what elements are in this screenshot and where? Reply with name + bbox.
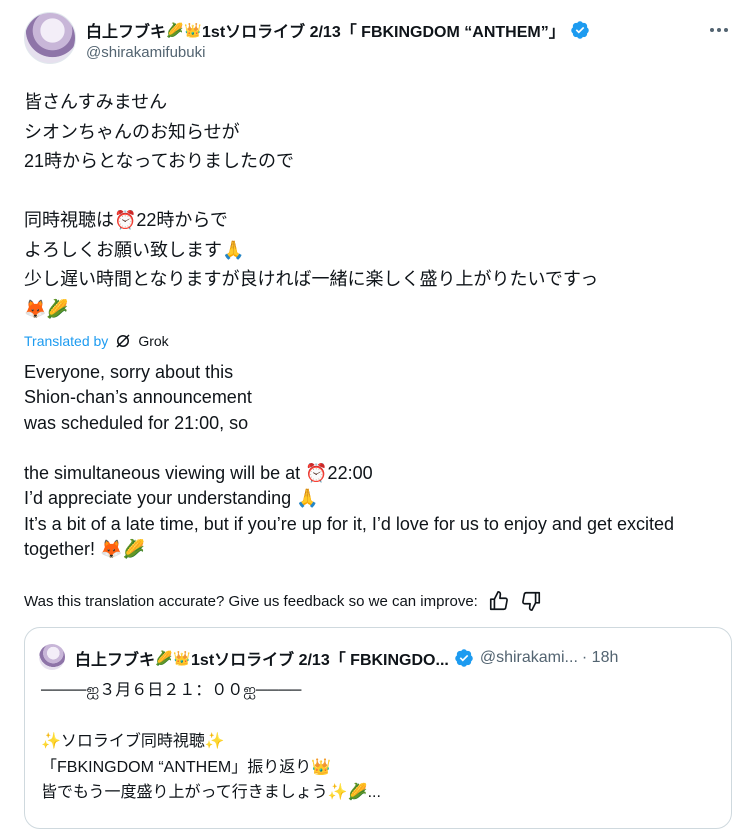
verified-badge-icon [455,649,473,667]
author-title[interactable]: 1stソロライブ 2/13「 FBKINGDOM “ANTHEM”」 [202,18,565,42]
translation-label: Translated by Grok [24,332,169,350]
quoted-author-name: 白上フブキ [75,652,156,669]
grok-icon [116,334,130,348]
translated-by-link[interactable]: Translated by [24,333,108,349]
crown-icon: 👑 [173,650,191,666]
verified-badge-icon [570,21,589,39]
quoted-author-title: 1stソロライブ 2/13「 FBKINGDO... [191,652,449,669]
thumbs-down-icon[interactable] [520,590,542,612]
quoted-header: 白上フブキ 🌽 👑 1stソロライブ 2/13「 FBKINGDO... @sh… [75,646,725,670]
quoted-handle: @shirakami... [479,649,578,666]
tweet-text: 皆さんすみません シオンちゃんのお知らせが 21時からとなっておりましたので 同… [24,92,599,319]
translated-text: Everyone, sorry about this Shion-chan’s … [24,362,675,560]
crown-icon: 👑 [184,22,202,38]
author-row[interactable]: 白上フブキ 🌽 👑 1stソロライブ 2/13「 FBKINGDOM “ANTH… [86,18,590,42]
quoted-timestamp: · 18h [581,649,619,666]
quoted-avatar [39,644,65,670]
corn-icon: 🌽 [166,22,184,38]
thumbs-up-icon[interactable] [488,590,510,612]
translator-name: Grok [138,333,169,349]
quoted-tweet[interactable]: 白上フブキ 🌽 👑 1stソロライブ 2/13「 FBKINGDO... @sh… [24,627,732,829]
avatar[interactable] [24,12,76,64]
author-name[interactable]: 白上フブキ [86,18,166,42]
tweet: 白上フブキ 🌽 👑 1stソロライブ 2/13「 FBKINGDOM “ANTH… [0,0,755,829]
more-icon[interactable] [705,18,733,42]
corn-icon: 🌽 [155,650,173,666]
author-handle[interactable]: @shirakamifubuki [86,44,205,61]
translation-feedback: Was this translation accurate? Give us f… [24,590,542,612]
quoted-text: ────ஐ３月６日２１：００ஐ──── ✨ソロライブ同時視聴✨ 「FBKINGD… [41,682,381,801]
feedback-prompt: Was this translation accurate? Give us f… [24,592,478,610]
